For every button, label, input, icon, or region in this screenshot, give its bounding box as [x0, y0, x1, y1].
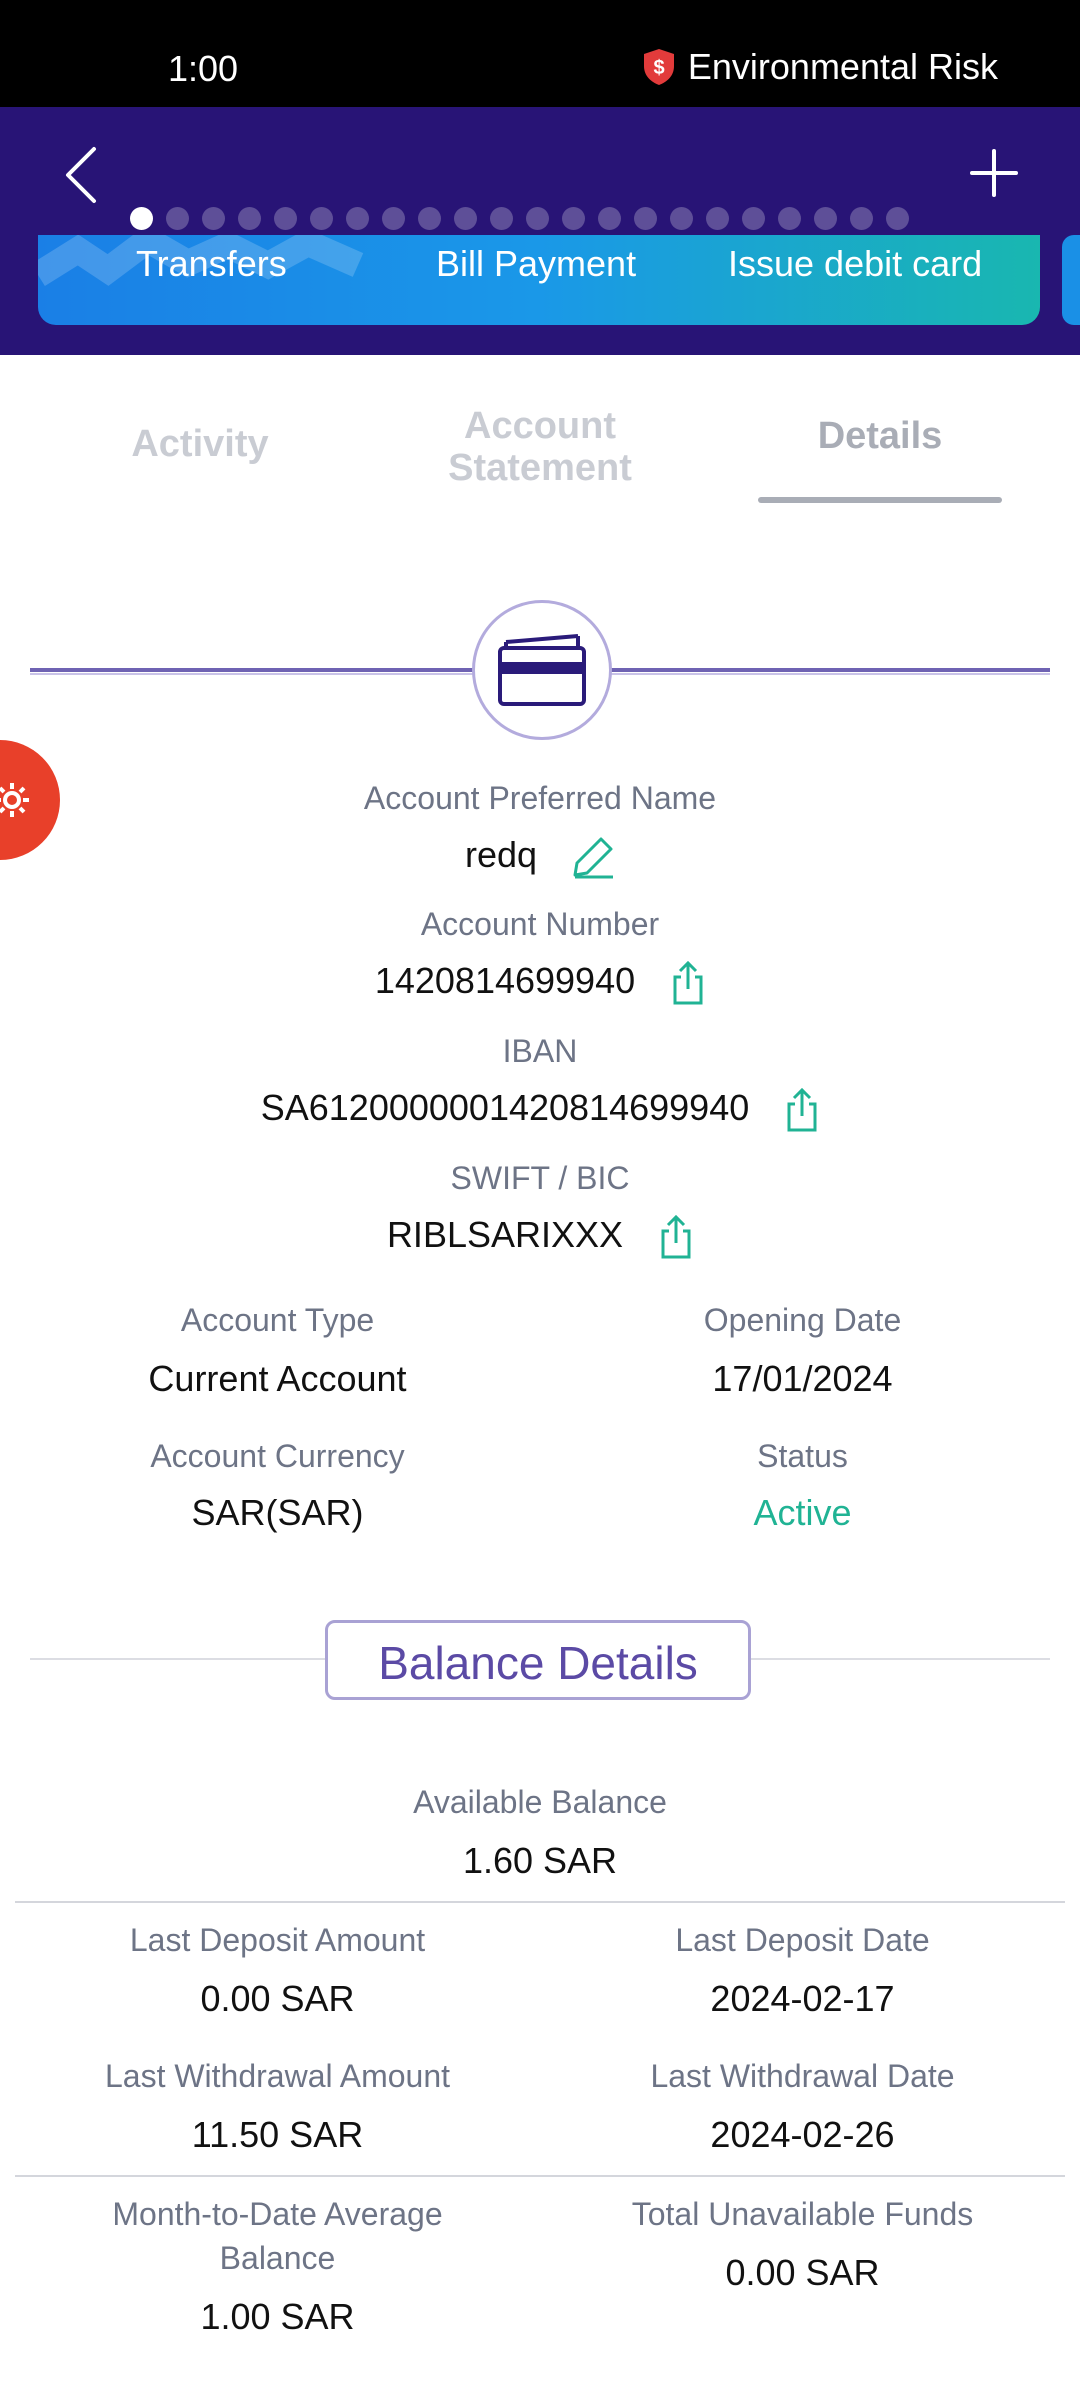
- account-number-row: 1420814699940: [0, 960, 1080, 1005]
- share-icon[interactable]: [671, 961, 705, 1005]
- page-dot[interactable]: [598, 207, 621, 230]
- page-dot[interactable]: [706, 207, 729, 230]
- available-balance-label: Available Balance: [413, 1784, 667, 1820]
- preferred-name-row: redq: [0, 834, 1080, 879]
- account-card-badge: [472, 600, 612, 740]
- account-type-value: Current Account: [148, 1358, 407, 1399]
- environmental-risk-label: Environmental Risk: [687, 46, 998, 87]
- account-number-value: 1420814699940: [374, 960, 636, 1001]
- quick-action-transfers[interactable]: Transfers: [136, 243, 287, 285]
- preferred-name-label: Account Preferred Name: [363, 780, 717, 816]
- page-dot[interactable]: [202, 207, 225, 230]
- opening-date-label: Opening Date: [703, 1302, 902, 1338]
- next-card-peek: [1062, 235, 1080, 325]
- status-label: Status: [757, 1438, 848, 1474]
- account-header: Transfers Bill Payment Issue debit card: [0, 107, 1080, 355]
- page-dot[interactable]: [814, 207, 837, 230]
- page-dot[interactable]: [778, 207, 801, 230]
- page-dot[interactable]: [526, 207, 549, 230]
- page-dot[interactable]: [742, 207, 765, 230]
- last-withdrawal-amount-label: Last Withdrawal Amount: [104, 2058, 451, 2094]
- pencil-icon[interactable]: [571, 835, 615, 879]
- svg-text:$: $: [653, 57, 664, 79]
- status-bar: 1:00 $ Environmental Risk: [0, 0, 1080, 107]
- iban-label: IBAN: [502, 1033, 578, 1069]
- last-withdrawal-amount-value: 11.50 SAR: [191, 2114, 364, 2155]
- page-dot[interactable]: [166, 207, 189, 230]
- available-balance-value: 1.60 SAR: [462, 1840, 618, 1881]
- last-deposit-date-label: Last Deposit Date: [675, 1922, 930, 1958]
- last-deposit-date-value: 2024-02-17: [710, 1978, 895, 2019]
- account-number-label: Account Number: [420, 906, 660, 942]
- page-dot-active[interactable]: [130, 207, 153, 230]
- page-dot[interactable]: [310, 207, 333, 230]
- status-time: 1:00: [168, 48, 239, 89]
- opening-date-value: 17/01/2024: [712, 1358, 893, 1399]
- carousel-page-indicator: [130, 207, 909, 230]
- row-divider: [15, 1901, 1065, 1903]
- page-dot[interactable]: [634, 207, 657, 230]
- page-dot[interactable]: [418, 207, 441, 230]
- tab-activity[interactable]: Activity: [90, 423, 310, 465]
- mtd-average-balance-label: Month-to-Date Average Balance: [112, 2196, 443, 2276]
- page-dot[interactable]: [670, 207, 693, 230]
- quick-action-issue-debit-card[interactable]: Issue debit card: [728, 243, 982, 285]
- account-currency-value: SAR(SAR): [191, 1492, 364, 1533]
- environmental-risk-indicator: $ Environmental Risk: [642, 46, 998, 88]
- row-divider: [15, 2175, 1065, 2177]
- tab-active-indicator: [758, 497, 1002, 503]
- share-icon[interactable]: [659, 1215, 693, 1259]
- card-icon: [498, 634, 586, 706]
- swift-row: RIBLSARIXXX: [0, 1214, 1080, 1259]
- page-dot[interactable]: [886, 207, 909, 230]
- last-deposit-amount-label: Last Deposit Amount: [129, 1922, 426, 1958]
- account-currency-label: Account Currency: [150, 1438, 405, 1474]
- balance-details-title: Balance Details: [325, 1620, 751, 1700]
- share-icon[interactable]: [785, 1088, 819, 1132]
- back-chevron-icon[interactable]: [62, 145, 102, 205]
- page-dot[interactable]: [382, 207, 405, 230]
- total-unavailable-funds-value: 0.00 SAR: [725, 2252, 880, 2293]
- swift-value: RIBLSARIXXX: [386, 1214, 624, 1255]
- tab-details[interactable]: Details: [758, 415, 1002, 457]
- total-unavailable-funds-label: Total Unavailable Funds: [631, 2196, 974, 2232]
- page-dot[interactable]: [454, 207, 477, 230]
- plus-icon[interactable]: [970, 149, 1018, 197]
- status-value: Active: [753, 1492, 852, 1533]
- last-withdrawal-date-label: Last Withdrawal Date: [650, 2058, 955, 2094]
- mtd-average-balance-value: 1.00 SAR: [200, 2296, 355, 2337]
- account-type-label: Account Type: [180, 1302, 375, 1338]
- last-deposit-amount-value: 0.00 SAR: [200, 1978, 355, 2019]
- swift-label: SWIFT / BIC: [450, 1160, 630, 1196]
- shield-dollar-icon: $: [643, 49, 674, 85]
- page-dot[interactable]: [238, 207, 261, 230]
- iban-value: SA6120000001420814699940: [260, 1087, 750, 1128]
- page-dot[interactable]: [490, 207, 513, 230]
- page-dot[interactable]: [274, 207, 297, 230]
- tab-account-statement[interactable]: Account Statement: [420, 405, 660, 489]
- last-withdrawal-date-value: 2024-02-26: [710, 2114, 895, 2155]
- quick-actions-card: Transfers Bill Payment Issue debit card: [38, 235, 1040, 325]
- page-dot[interactable]: [562, 207, 585, 230]
- preferred-name-value: redq: [464, 834, 538, 875]
- page-dot[interactable]: [346, 207, 369, 230]
- iban-row: SA6120000001420814699940: [0, 1087, 1080, 1132]
- page-dot[interactable]: [850, 207, 873, 230]
- quick-action-bill-payment[interactable]: Bill Payment: [436, 243, 636, 285]
- account-tabs: Activity Account Statement Details: [0, 355, 1080, 515]
